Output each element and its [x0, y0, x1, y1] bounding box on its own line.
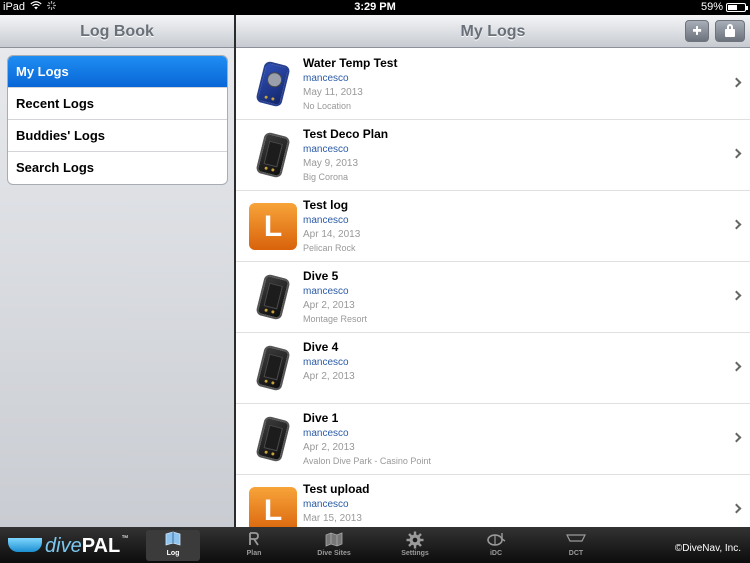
log-user: mancesco: [303, 357, 349, 368]
divepal-logo: dive PAL ™: [8, 535, 128, 557]
chevron-right-icon: [731, 503, 742, 514]
battery-fill: [728, 4, 738, 10]
tab-dive-sites[interactable]: Dive Sites: [307, 530, 361, 561]
log-location: Big Corona: [303, 172, 349, 182]
thumb-letter: L: [249, 203, 297, 250]
dive-computer-icon: [249, 414, 297, 464]
dive-computer-blue-icon: [249, 59, 297, 109]
tab-label: Plan: [246, 550, 262, 557]
brand-trademark: ™: [121, 535, 129, 542]
gear-icon: [388, 531, 442, 550]
log-row-dive-5[interactable]: Dive 5 mancesco Apr 2, 2013 Montage Reso…: [236, 262, 750, 333]
letter-thumb-icon: L: [249, 201, 297, 251]
brand-dive: dive: [45, 535, 82, 557]
dive-sites-icon: [307, 531, 361, 550]
log-title: Dive 5: [303, 269, 339, 283]
brand-pal: PAL: [81, 535, 121, 557]
chevron-right-icon: [731, 361, 742, 372]
dct-icon: [549, 531, 603, 550]
letter-thumb-icon: L: [249, 485, 297, 527]
log-row-test-upload[interactable]: L Test upload mancesco Mar 15, 2013: [236, 475, 750, 527]
log-title: Dive 1: [303, 411, 339, 425]
log-location: Pelican Rock: [303, 243, 356, 253]
tab-label: Dive Sites: [317, 550, 351, 557]
log-location: Montage Resort: [303, 314, 368, 324]
plus-icon: +: [692, 22, 702, 39]
my-logs-header: My Logs +: [236, 15, 750, 48]
tab-idc[interactable]: iDC: [469, 530, 523, 561]
log-row-test-log[interactable]: L Test log mancesco Apr 14, 2013 Pelican…: [236, 191, 750, 262]
chevron-right-icon: [731, 148, 742, 159]
log-row-dive-1[interactable]: Dive 1 mancesco Apr 2, 2013 Avalon Dive …: [236, 404, 750, 475]
log-location: Avalon Dive Park - Casino Point: [303, 456, 431, 466]
log-date: Apr 14, 2013: [303, 229, 361, 240]
log-date: May 9, 2013: [303, 158, 359, 169]
tab-dct[interactable]: DCT: [549, 530, 603, 561]
log-icon: [146, 531, 200, 550]
tab-settings[interactable]: Settings: [388, 530, 442, 561]
tab-label: DCT: [568, 550, 584, 557]
log-list: Water Temp Test mancesco May 11, 2013 No…: [236, 49, 750, 527]
wave-logo-icon: [8, 538, 42, 552]
log-date: Mar 15, 2013: [303, 513, 362, 524]
tab-label: Log: [166, 550, 180, 557]
status-right: 59%: [700, 1, 748, 13]
log-title: Water Temp Test: [303, 56, 398, 70]
menu-item-search-logs[interactable]: Search Logs: [8, 152, 227, 184]
log-row-water-temp-test[interactable]: Water Temp Test mancesco May 11, 2013 No…: [236, 49, 750, 120]
plan-icon: [227, 531, 281, 550]
tab-label: Settings: [401, 550, 429, 557]
chevron-right-icon: [731, 77, 742, 88]
log-title: Test log: [303, 198, 349, 212]
log-row-dive-4[interactable]: Dive 4 mancesco Apr 2, 2013: [236, 333, 750, 404]
log-date: Apr 2, 2013: [303, 300, 355, 311]
my-logs-pane: My Logs + Water Temp Test mancesco May 1…: [236, 15, 750, 527]
tab-bar: dive PAL ™ Log Plan Dive Sites Settings …: [0, 527, 750, 563]
log-book-menu: My Logs Recent Logs Buddies' Logs Search…: [7, 55, 228, 185]
chevron-right-icon: [731, 219, 742, 230]
log-location: No Location: [303, 101, 352, 111]
menu-item-my-logs[interactable]: My Logs: [8, 56, 227, 88]
log-user: mancesco: [303, 428, 349, 439]
dive-computer-icon: [249, 130, 297, 180]
menu-item-recent-logs[interactable]: Recent Logs: [8, 88, 227, 120]
log-title: Dive 4: [303, 340, 339, 354]
log-book-pane: Log Book My Logs Recent Logs Buddies' Lo…: [0, 15, 234, 527]
dive-mask-icon: [469, 531, 523, 550]
tab-label: iDC: [489, 550, 503, 557]
dive-computer-icon: [249, 272, 297, 322]
chevron-right-icon: [731, 290, 742, 301]
menu-item-buddies-logs[interactable]: Buddies' Logs: [8, 120, 227, 152]
dive-computer-icon: [249, 343, 297, 393]
add-log-button[interactable]: +: [685, 20, 709, 42]
log-book-title: Log Book: [0, 15, 234, 48]
battery-percent: 59%: [700, 1, 723, 13]
thumb-letter: L: [249, 487, 297, 527]
log-user: mancesco: [303, 215, 349, 226]
tab-plan[interactable]: Plan: [227, 530, 281, 561]
status-time: 3:29 PM: [354, 1, 396, 13]
log-title: Test upload: [303, 482, 370, 496]
my-logs-title: My Logs: [460, 23, 526, 40]
log-date: Apr 2, 2013: [303, 442, 355, 453]
log-title: Test Deco Plan: [303, 127, 389, 141]
log-user: mancesco: [303, 73, 349, 84]
chevron-right-icon: [731, 432, 742, 443]
copyright-text: ©DiveNav, Inc.: [674, 543, 741, 554]
log-user: mancesco: [303, 144, 349, 155]
tab-log[interactable]: Log: [146, 530, 200, 561]
log-row-test-deco-plan[interactable]: Test Deco Plan mancesco May 9, 2013 Big …: [236, 120, 750, 191]
lock-icon: [725, 24, 735, 37]
log-user: mancesco: [303, 499, 349, 510]
log-date: May 11, 2013: [303, 87, 363, 98]
log-user: mancesco: [303, 286, 349, 297]
status-bar: iPad 3:29 PM 59%: [0, 0, 750, 15]
lock-button[interactable]: [715, 20, 745, 42]
log-date: Apr 2, 2013: [303, 371, 355, 382]
battery-icon: [726, 2, 748, 12]
